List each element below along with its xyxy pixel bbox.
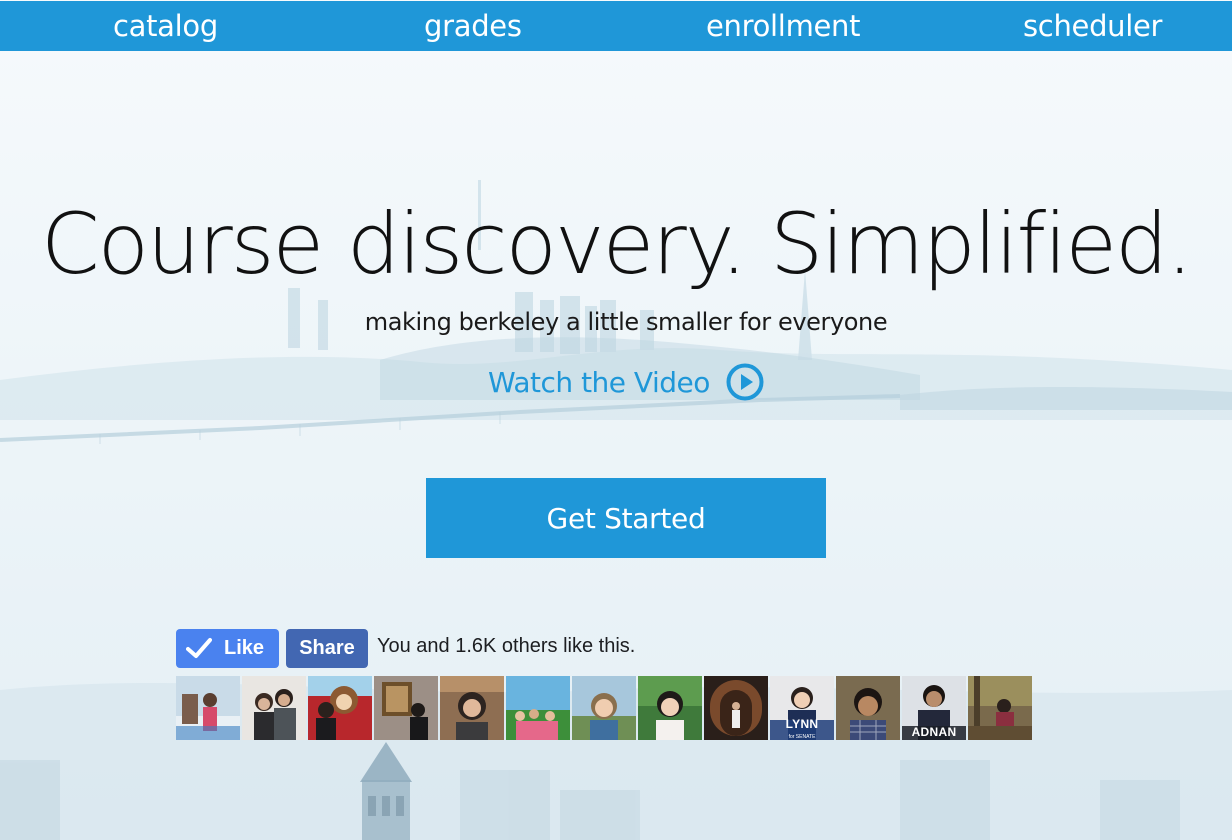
facebook-like-button[interactable]: Like <box>176 628 279 668</box>
hero-subtitle: making berkeley a little smaller for eve… <box>364 308 888 336</box>
nav-link-enrollment[interactable]: enrollment <box>706 8 861 44</box>
friend-avatar[interactable] <box>704 676 768 740</box>
friend-avatar[interactable] <box>242 676 306 740</box>
facebook-social-text: You and 1.6K others like this. <box>377 634 636 657</box>
play-circle-icon <box>726 363 764 401</box>
friend-avatar[interactable] <box>506 676 570 740</box>
friend-avatar-subcaption: for SENATE <box>788 734 816 740</box>
friend-avatar[interactable]: ADNAN <box>902 676 966 740</box>
friend-avatar-caption: LYNN <box>785 717 819 731</box>
hero-title: Course discovery. Simplified. <box>40 195 1193 293</box>
watch-video-link[interactable]: Watch the Video <box>488 362 764 402</box>
friend-avatar[interactable] <box>440 676 504 740</box>
friend-avatar[interactable]: LYNN for SENATE <box>770 676 834 740</box>
nav-link-grades[interactable]: grades <box>424 8 522 44</box>
friend-avatar[interactable] <box>638 676 702 740</box>
friend-avatar[interactable] <box>968 676 1032 740</box>
friend-avatar[interactable] <box>572 676 636 740</box>
nav-link-catalog[interactable]: catalog <box>113 8 218 44</box>
facebook-share-button[interactable]: Share <box>286 628 368 668</box>
facebook-like-widget: Like Share You and 1.6K others like this… <box>176 628 635 668</box>
get-started-button[interactable]: Get Started <box>426 478 826 558</box>
friend-avatar[interactable] <box>308 676 372 740</box>
watch-video-label: Watch the Video <box>488 365 710 399</box>
nav-link-scheduler[interactable]: scheduler <box>1023 8 1162 44</box>
friend-avatar[interactable] <box>374 676 438 740</box>
top-navigation-bar: catalog grades enrollment scheduler <box>0 1 1232 51</box>
check-icon <box>186 638 212 658</box>
facebook-like-label: Like <box>224 636 265 659</box>
landing-page: catalog grades enrollment scheduler Cour… <box>0 0 1232 840</box>
friend-avatar[interactable] <box>836 676 900 740</box>
friend-avatar-caption: ADNAN <box>911 725 957 739</box>
friend-avatar[interactable] <box>176 676 240 740</box>
facebook-friend-faces: LYNN for SENATE ADNAN <box>176 676 1034 740</box>
